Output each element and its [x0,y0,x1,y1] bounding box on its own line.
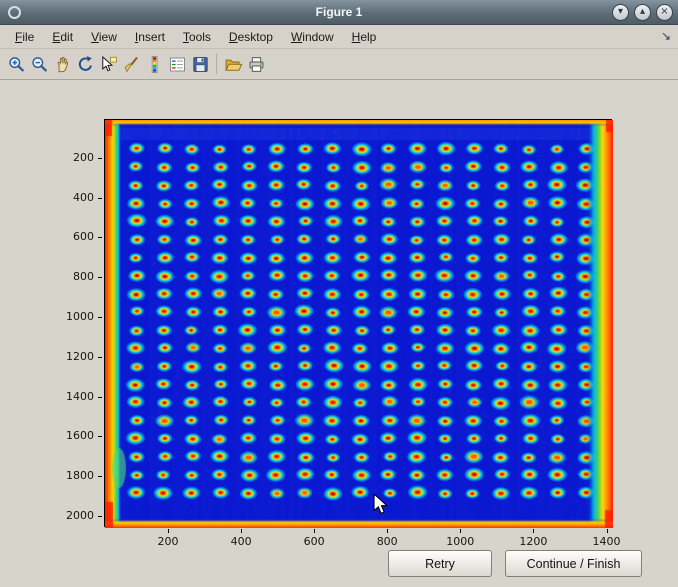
retry-button[interactable]: Retry [388,550,492,577]
menu-item-edit[interactable]: Edit [43,26,82,48]
x-tick-mark [607,529,608,533]
x-tick-mark [533,529,534,533]
window-controls: ▾ ▴ × [612,4,673,21]
y-tick-mark [98,397,102,398]
y-tick-label: 1800 [48,469,94,482]
y-tick-label: 800 [48,270,94,283]
zoom-out-icon [30,55,49,74]
x-tick-label: 1400 [587,535,627,548]
y-tick-mark [98,357,102,358]
toolbar [0,49,678,80]
minimize-button[interactable]: ▾ [612,4,629,21]
zoom-in-button[interactable] [5,52,28,76]
x-tick-label: 1000 [440,535,480,548]
data-cursor-button[interactable] [97,52,120,76]
rotate-3d-icon [76,55,95,74]
figure-window: Figure 1 ▾ ▴ × FileEditViewInsertToolsDe… [0,0,678,587]
y-tick-mark [98,237,102,238]
y-tick-mark [98,476,102,477]
rotate-3d-button[interactable] [74,52,97,76]
pan-icon [53,55,72,74]
plot-axes[interactable] [104,119,612,527]
menubar: FileEditViewInsertToolsDesktopWindowHelp… [0,25,678,49]
window-title: Figure 1 [0,5,678,19]
y-tick-label: 1600 [48,429,94,442]
x-tick-label: 600 [294,535,334,548]
brush-button[interactable] [120,52,143,76]
y-tick-label: 200 [48,151,94,164]
data-cursor-icon [99,55,118,74]
menu-item-help[interactable]: Help [343,26,386,48]
open-button[interactable] [222,52,245,76]
continue-finish-button[interactable]: Continue / Finish [505,550,642,577]
window-titlebar[interactable]: Figure 1 ▾ ▴ × [0,0,678,25]
menu-item-insert[interactable]: Insert [126,26,174,48]
menu-item-window[interactable]: Window [282,26,343,48]
legend-icon [168,55,187,74]
open-icon [224,55,243,74]
x-tick-label: 800 [367,535,407,548]
y-tick-label: 1000 [48,310,94,323]
y-tick-mark [98,317,102,318]
heatmap-image[interactable] [105,120,613,528]
menu-item-view[interactable]: View [82,26,126,48]
colorbar-icon [145,55,164,74]
pan-button[interactable] [51,52,74,76]
x-tick-label: 200 [148,535,188,548]
colorbar-button[interactable] [143,52,166,76]
x-tick-label: 1200 [513,535,553,548]
save-icon [191,55,210,74]
figure-area: Retry Continue / Finish 200 400 600 800 1000… [0,80,678,587]
menu-item-desktop[interactable]: Desktop [220,26,282,48]
y-tick-label: 400 [48,191,94,204]
dock-figure-icon[interactable]: ↘ [661,29,671,43]
mouse-cursor-icon [373,494,389,521]
x-tick-mark [460,529,461,533]
y-tick-label: 1400 [48,390,94,403]
x-tick-mark [168,529,169,533]
legend-button[interactable] [166,52,189,76]
y-tick-mark [98,436,102,437]
y-tick-label: 2000 [48,509,94,522]
menu-item-file[interactable]: File [6,26,43,48]
menubar-items: FileEditViewInsertToolsDesktopWindowHelp [6,26,385,48]
brush-icon [122,55,141,74]
y-tick-mark [98,277,102,278]
zoom-out-button[interactable] [28,52,51,76]
maximize-button[interactable]: ▴ [634,4,651,21]
y-tick-mark [98,158,102,159]
x-tick-mark [241,529,242,533]
y-tick-label: 600 [48,230,94,243]
menu-item-tools[interactable]: Tools [174,26,220,48]
close-button[interactable]: × [656,4,673,21]
save-button[interactable] [189,52,212,76]
y-tick-mark [98,198,102,199]
toolbar-separator [216,54,217,74]
x-tick-mark [314,529,315,533]
print-icon [247,55,266,74]
x-tick-label: 400 [221,535,261,548]
y-tick-mark [98,516,102,517]
print-button[interactable] [245,52,268,76]
y-tick-label: 1200 [48,350,94,363]
zoom-in-icon [7,55,26,74]
x-tick-mark [387,529,388,533]
